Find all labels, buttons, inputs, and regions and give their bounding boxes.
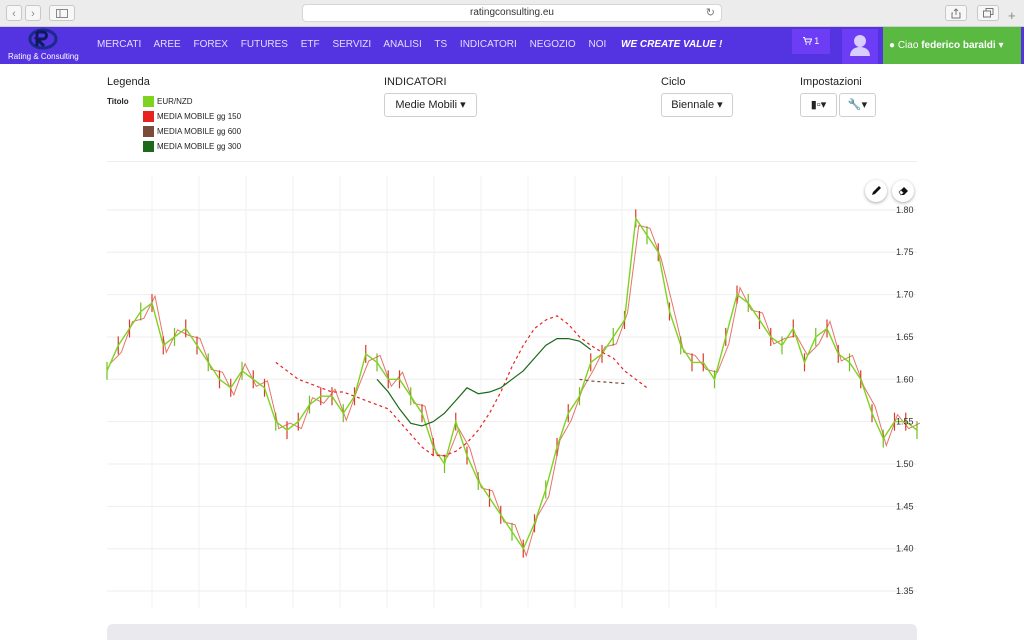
menu-item-analisi[interactable]: ANALISI <box>383 39 421 50</box>
chart-navigator-scrollbar[interactable] <box>107 624 917 640</box>
user-icon <box>850 35 870 56</box>
y-tick-label: 1.45 <box>896 501 914 511</box>
tabs-icon <box>982 8 993 18</box>
address-bar[interactable]: ratingconsulting.eu ↻ <box>302 4 722 22</box>
price-series-noise <box>109 224 921 558</box>
legend-swatch <box>143 111 154 122</box>
sidebar-toggle-button[interactable] <box>49 5 75 21</box>
moving-average-line <box>376 338 592 427</box>
y-tick-label: 1.60 <box>896 374 914 384</box>
y-tick-label: 1.55 <box>896 417 914 427</box>
legend-label: MEDIA MOBILE gg 150 <box>157 112 242 121</box>
tabs-button[interactable] <box>977 5 999 21</box>
url-text: ratingconsulting.eu <box>470 7 554 18</box>
menu-item-etf[interactable]: ETF <box>301 39 320 50</box>
cart-count: 1 <box>814 36 820 46</box>
legend-label: MEDIA MOBILE gg 300 <box>157 142 242 151</box>
menu-item-noi[interactable]: NOI <box>588 39 606 50</box>
menu-item-mercati[interactable]: MERCATI <box>97 39 141 50</box>
share-button[interactable] <box>945 5 967 21</box>
indicatori-value: Medie Mobili <box>395 99 458 111</box>
legend-label: MEDIA MOBILE gg 600 <box>157 127 242 136</box>
user-avatar[interactable] <box>842 29 878 64</box>
titolo-label: Titolo <box>107 97 129 106</box>
y-tick-label: 1.70 <box>896 290 914 300</box>
y-tick-label: 1.40 <box>896 544 914 554</box>
legend-item: MEDIA MOBILE gg 600 <box>143 126 241 138</box>
legend-swatch <box>143 96 154 107</box>
menu-item-negozio[interactable]: NEGOZIO <box>530 39 576 50</box>
settings-dropdown[interactable]: 🔧▾ <box>839 93 876 117</box>
menu-item-indicatori[interactable]: INDICATORI <box>460 39 517 50</box>
reload-icon[interactable]: ↻ <box>706 5 715 21</box>
legend-item: EUR/NZD <box>143 96 193 108</box>
wrench-icon: 🔧 <box>847 99 862 111</box>
user-menu[interactable]: ● Ciao federico baraldi ▾ <box>883 27 1021 64</box>
ciclo-dropdown[interactable]: Biennale ▾ <box>661 93 733 117</box>
caret-down-icon: ▾ <box>861 99 868 111</box>
user-name: federico baraldi <box>921 40 996 51</box>
logo-text: Rating & Consulting <box>8 52 79 61</box>
menu-item-ts[interactable]: TS <box>434 39 447 50</box>
menu-item-futures[interactable]: FUTURES <box>241 39 288 50</box>
legenda-label: Legenda <box>107 76 150 88</box>
user-small-icon: ● <box>889 40 896 51</box>
legend-item: MEDIA MOBILE gg 150 <box>143 111 241 123</box>
candlestick-icon: ▮▫ <box>810 99 821 111</box>
menu-item-aree[interactable]: AREE <box>154 39 181 50</box>
y-tick-label: 1.80 <box>896 205 914 215</box>
ciclo-value: Biennale <box>671 99 715 111</box>
moving-average-line <box>275 315 648 457</box>
y-tick-label: 1.65 <box>896 332 914 342</box>
browser-titlebar: ‹ › ratingconsulting.eu ↻ + <box>0 0 1024 27</box>
logo-mark <box>28 28 58 50</box>
slogan: WE CREATE VALUE ! <box>621 39 723 50</box>
legend-swatch <box>143 126 154 137</box>
caret-down-icon: ▾ <box>717 99 723 111</box>
cart-button[interactable]: 1 <box>792 29 830 54</box>
sidebar-icon <box>56 9 68 18</box>
eraser-tool-button[interactable] <box>892 180 914 202</box>
divider <box>107 161 917 162</box>
y-tick-label: 1.75 <box>896 247 914 257</box>
back-button[interactable]: ‹ <box>6 5 22 21</box>
caret-down-icon: ▾ <box>820 99 827 111</box>
impostazioni-label: Impostazioni <box>800 76 862 88</box>
eraser-icon <box>898 187 908 196</box>
main-menu: MERCATI AREE FOREX FUTURES ETF SERVIZI A… <box>97 39 616 50</box>
legend-swatch <box>143 141 154 152</box>
menu-item-servizi[interactable]: SERVIZI <box>332 39 371 50</box>
site-logo[interactable]: Rating & Consulting <box>8 27 79 64</box>
ciclo-label: Ciclo <box>661 76 686 88</box>
indicatori-label: INDICATORI <box>384 76 447 88</box>
legend-item: MEDIA MOBILE gg 300 <box>143 141 241 153</box>
chart-type-dropdown[interactable]: ▮▫▾ <box>800 93 837 117</box>
cart-icon <box>802 37 812 45</box>
legend-label: EUR/NZD <box>157 97 193 106</box>
forward-button[interactable]: › <box>25 5 41 21</box>
share-icon <box>951 8 961 19</box>
caret-down-icon: ▾ <box>460 99 466 111</box>
menu-item-forex[interactable]: FOREX <box>194 39 228 50</box>
y-tick-label: 1.35 <box>896 586 914 596</box>
pencil-icon <box>871 186 881 195</box>
user-greeting: Ciao <box>897 40 919 51</box>
draw-tool-button[interactable] <box>865 180 887 202</box>
caret-down-icon: ▾ <box>998 40 1004 51</box>
price-series-line <box>106 216 918 551</box>
indicatori-dropdown[interactable]: Medie Mobili ▾ <box>384 93 477 117</box>
new-tab-icon[interactable]: + <box>1008 8 1016 23</box>
moving-average-line <box>579 378 625 385</box>
y-tick-label: 1.50 <box>896 459 914 469</box>
